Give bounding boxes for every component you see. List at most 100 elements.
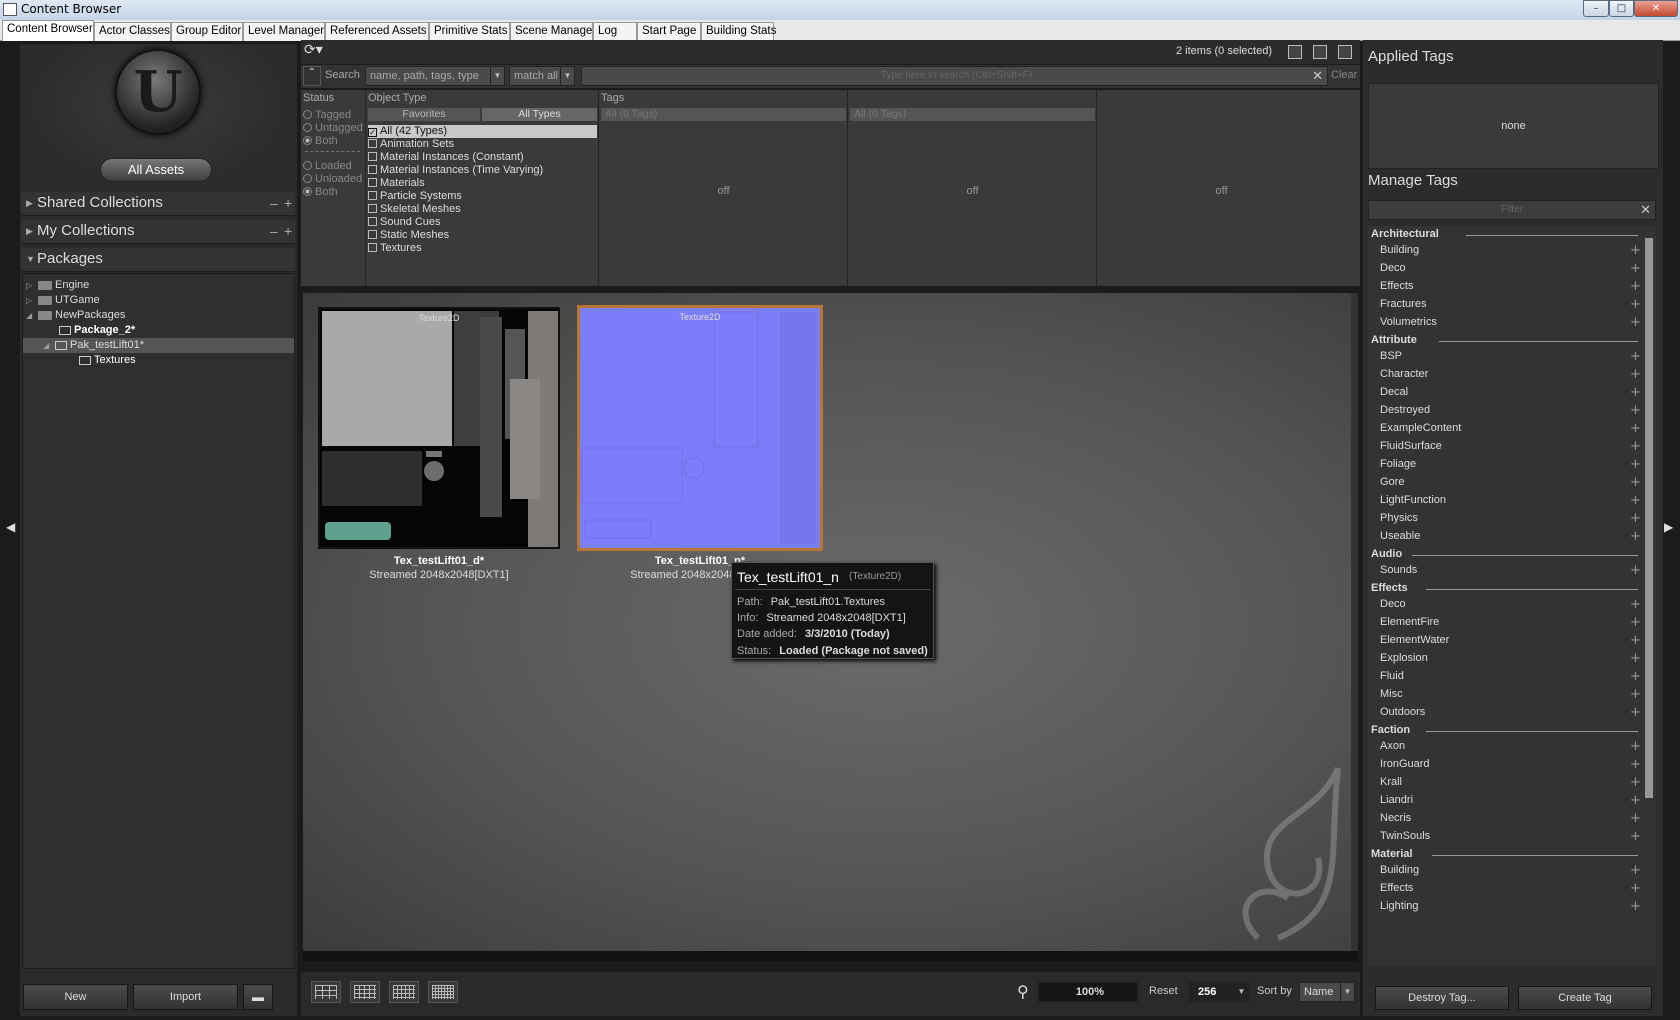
radio-both-loaded[interactable]: Both [303,186,338,198]
tag-item[interactable]: LightFunction [1380,494,1446,509]
horizontal-scrollbar[interactable] [303,951,1358,961]
tag-item[interactable]: BSP [1380,350,1402,365]
tag-item[interactable]: Misc [1380,688,1403,703]
tree-node-newpackages[interactable]: ◢ NewPackages [26,308,125,323]
tab-building-stats[interactable]: Building Stats [701,22,776,41]
tag-item[interactable]: Gore [1380,476,1404,491]
tag-item[interactable]: Volumetrics [1380,316,1437,331]
add-tag-icon[interactable]: + [1630,670,1641,685]
radio-both-tagged[interactable]: Both [303,135,338,147]
add-tag-icon[interactable]: + [1630,422,1641,437]
shared-collections-header[interactable]: ▶ Shared Collections – + [22,192,295,216]
add-tag-icon[interactable]: + [1630,652,1641,667]
add-tag-icon[interactable]: + [1630,440,1641,455]
new-window-icon[interactable] [1288,45,1302,59]
asset-thumbnail-normal[interactable]: Texture2D [577,305,823,551]
clear-button[interactable]: Clear [1331,69,1357,81]
tab-group-editor[interactable]: Group Editor [171,22,243,41]
type-animation-sets[interactable]: Animation Sets [368,138,454,151]
tab-actor-classes[interactable]: Actor Classes [94,22,171,41]
view-large-grid-button[interactable] [311,981,341,1003]
tree-node-package-2[interactable]: Package_2* [57,323,135,338]
tag-item[interactable]: Deco [1380,598,1406,613]
remove-collection-icon[interactable]: – [270,192,278,214]
tab-start-page[interactable]: Start Page [637,22,701,41]
add-tag-icon[interactable]: + [1630,404,1641,419]
sort-by-dropdown[interactable]: Name ▼ [1299,982,1355,1002]
add-tag-icon[interactable]: + [1630,634,1641,649]
dock-icon[interactable] [1338,45,1352,59]
tree-node-textures[interactable]: Textures [77,353,136,368]
type-particle-systems[interactable]: Particle Systems [368,190,462,203]
maximize-button[interactable]: □ [1609,0,1634,17]
tag-item[interactable]: TwinSouls [1380,830,1430,845]
match-mode-dropdown[interactable]: match all ▼ [509,66,575,86]
tag-item[interactable]: FluidSurface [1380,440,1442,455]
tag-item[interactable]: Necris [1380,812,1411,827]
all-tags-1[interactable]: All (0 Tags) [601,108,846,121]
collapse-left-arrow-icon[interactable]: ◀ [6,520,15,534]
tag-item[interactable]: Fluid [1380,670,1404,685]
type-all[interactable]: ✓ All (42 Types) [368,125,597,138]
radio-tagged[interactable]: Tagged [303,109,351,121]
type-skeletal-meshes[interactable]: Skeletal Meshes [368,203,461,216]
tree-node-engine[interactable]: ▷ Engine [26,278,89,293]
favorites-tab[interactable]: Favorites [368,108,480,121]
add-tag-icon[interactable]: + [1630,298,1641,313]
tab-scene-manager[interactable]: Scene Manager [510,22,596,41]
add-tag-icon[interactable]: + [1630,368,1641,383]
minimize-button[interactable]: – [1583,0,1609,17]
tag-item[interactable]: Physics [1380,512,1418,527]
add-tag-icon[interactable]: + [1630,262,1641,277]
add-tag-icon[interactable]: + [1630,812,1641,827]
clear-search-icon[interactable]: ✕ [1312,67,1323,85]
tag-item[interactable]: Fractures [1380,298,1426,313]
zoom-level[interactable]: 100% [1038,982,1138,1002]
add-collection-icon[interactable]: + [284,192,292,214]
tag-item[interactable]: Character [1380,368,1428,383]
remove-collection-icon[interactable]: – [270,220,278,242]
tag-item[interactable]: Krall [1380,776,1402,791]
add-tag-icon[interactable]: + [1630,316,1641,331]
type-textures[interactable]: Textures [368,242,422,255]
type-static-meshes[interactable]: Static Meshes [368,229,449,242]
tag-item[interactable]: Deco [1380,262,1406,277]
asset-thumbnail-diffuse[interactable]: Texture2D [318,307,560,549]
search-input[interactable]: Type here to search (Ctrl+Shift+F) ✕ [581,66,1328,86]
close-button[interactable]: ✕ [1634,0,1678,17]
tree-node-pak-testlift01[interactable]: ◢ Pak_testLift01* [23,338,294,353]
tag-item[interactable]: Explosion [1380,652,1428,667]
radio-untagged[interactable]: Untagged [303,122,363,134]
tag-item[interactable]: Axon [1380,740,1405,755]
tab-content-browser[interactable]: Content Browser [2,20,94,41]
add-tag-icon[interactable]: + [1630,280,1641,295]
tag-item[interactable]: Useable [1380,530,1420,545]
reset-zoom-button[interactable]: Reset [1149,985,1178,997]
tag-item[interactable]: ElementFire [1380,616,1439,631]
tag-item[interactable]: Effects [1380,280,1413,295]
tag-item[interactable]: Building [1380,244,1419,259]
tag-item[interactable]: Foliage [1380,458,1416,473]
add-tag-icon[interactable]: + [1630,494,1641,509]
tag-item[interactable]: Lighting [1380,900,1419,915]
tag-item[interactable]: Building [1380,864,1419,879]
tag-item[interactable]: Liandri [1380,794,1413,809]
view-medium-grid-button[interactable] [350,981,380,1003]
tag-item[interactable]: ExampleContent [1380,422,1461,437]
float-icon[interactable] [1313,45,1327,59]
view-list-button[interactable] [428,981,458,1003]
add-tag-icon[interactable]: + [1630,598,1641,613]
add-tag-icon[interactable]: + [1630,758,1641,773]
my-collections-header[interactable]: ▶ My Collections – + [22,220,295,244]
destroy-tag-button[interactable]: Destroy Tag... [1375,986,1509,1010]
add-tag-icon[interactable]: + [1630,830,1641,845]
add-tag-icon[interactable]: + [1630,776,1641,791]
tag-list-scrollbar[interactable] [1645,238,1653,798]
create-tag-button[interactable]: Create Tag [1518,986,1652,1010]
collapse-filters-icon[interactable]: ⌃ [303,66,321,86]
add-tag-icon[interactable]: + [1630,350,1641,365]
add-tag-icon[interactable]: + [1630,244,1641,259]
type-material-instances-constant[interactable]: Material Instances (Constant) [368,151,524,164]
collapse-right-arrow-icon[interactable]: ▶ [1664,520,1673,534]
add-tag-icon[interactable]: + [1630,616,1641,631]
